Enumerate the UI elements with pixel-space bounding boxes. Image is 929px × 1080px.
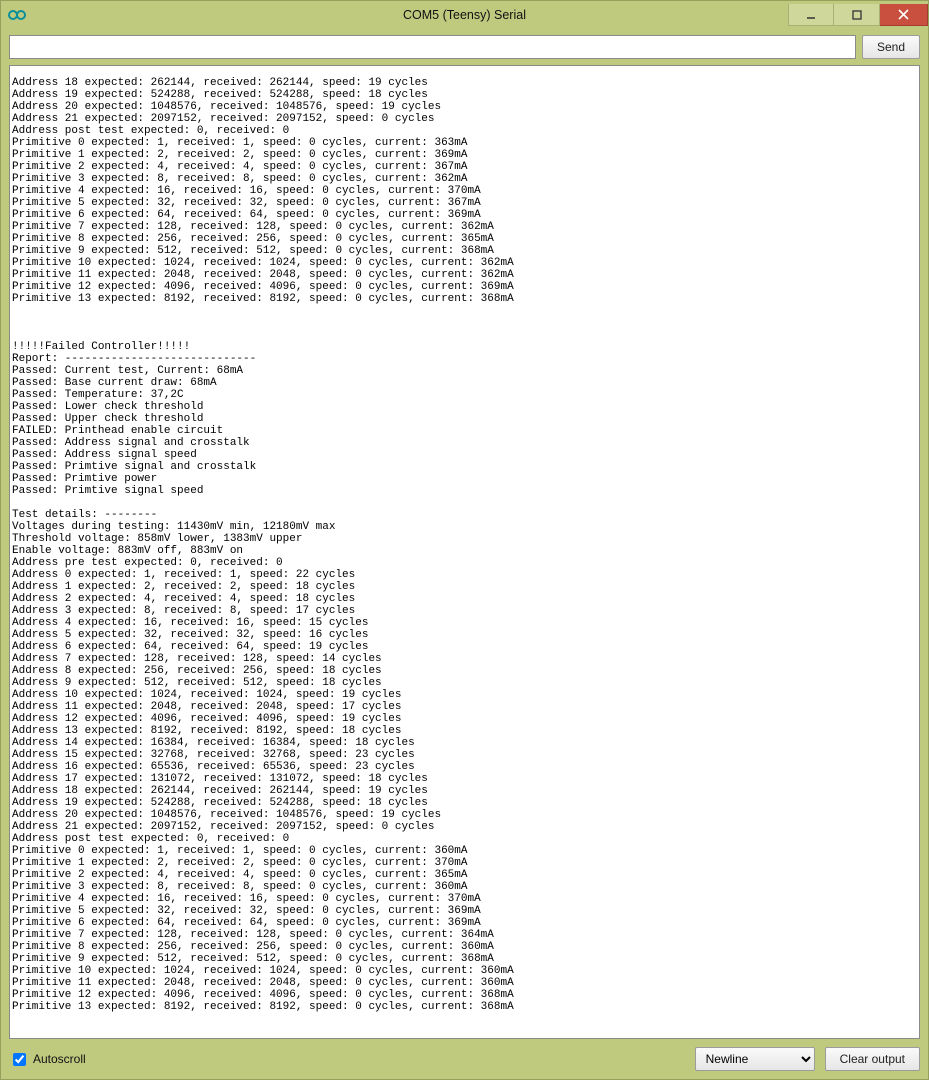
- arduino-icon: [7, 5, 27, 25]
- clear-output-button[interactable]: Clear output: [825, 1047, 920, 1071]
- close-button[interactable]: [880, 4, 928, 26]
- autoscroll-label: Autoscroll: [33, 1052, 86, 1066]
- window-controls: [788, 4, 928, 26]
- send-button[interactable]: Send: [862, 35, 920, 59]
- console-panel: Address 18 expected: 262144, received: 2…: [9, 65, 920, 1039]
- bottom-bar: Autoscroll No line endingNewlineCarriage…: [1, 1043, 928, 1079]
- serial-input[interactable]: [9, 35, 856, 59]
- maximize-button[interactable]: [834, 4, 880, 26]
- app-window: COM5 (Teensy) Serial Send Address 18 exp…: [0, 0, 929, 1080]
- autoscroll-toggle[interactable]: Autoscroll: [9, 1050, 86, 1069]
- titlebar[interactable]: COM5 (Teensy) Serial: [1, 1, 928, 29]
- autoscroll-checkbox[interactable]: [13, 1053, 26, 1066]
- minimize-button[interactable]: [788, 4, 834, 26]
- line-ending-select[interactable]: No line endingNewlineCarriage returnBoth…: [695, 1047, 815, 1071]
- send-toolbar: Send: [1, 29, 928, 65]
- serial-output[interactable]: Address 18 expected: 262144, received: 2…: [10, 77, 919, 1027]
